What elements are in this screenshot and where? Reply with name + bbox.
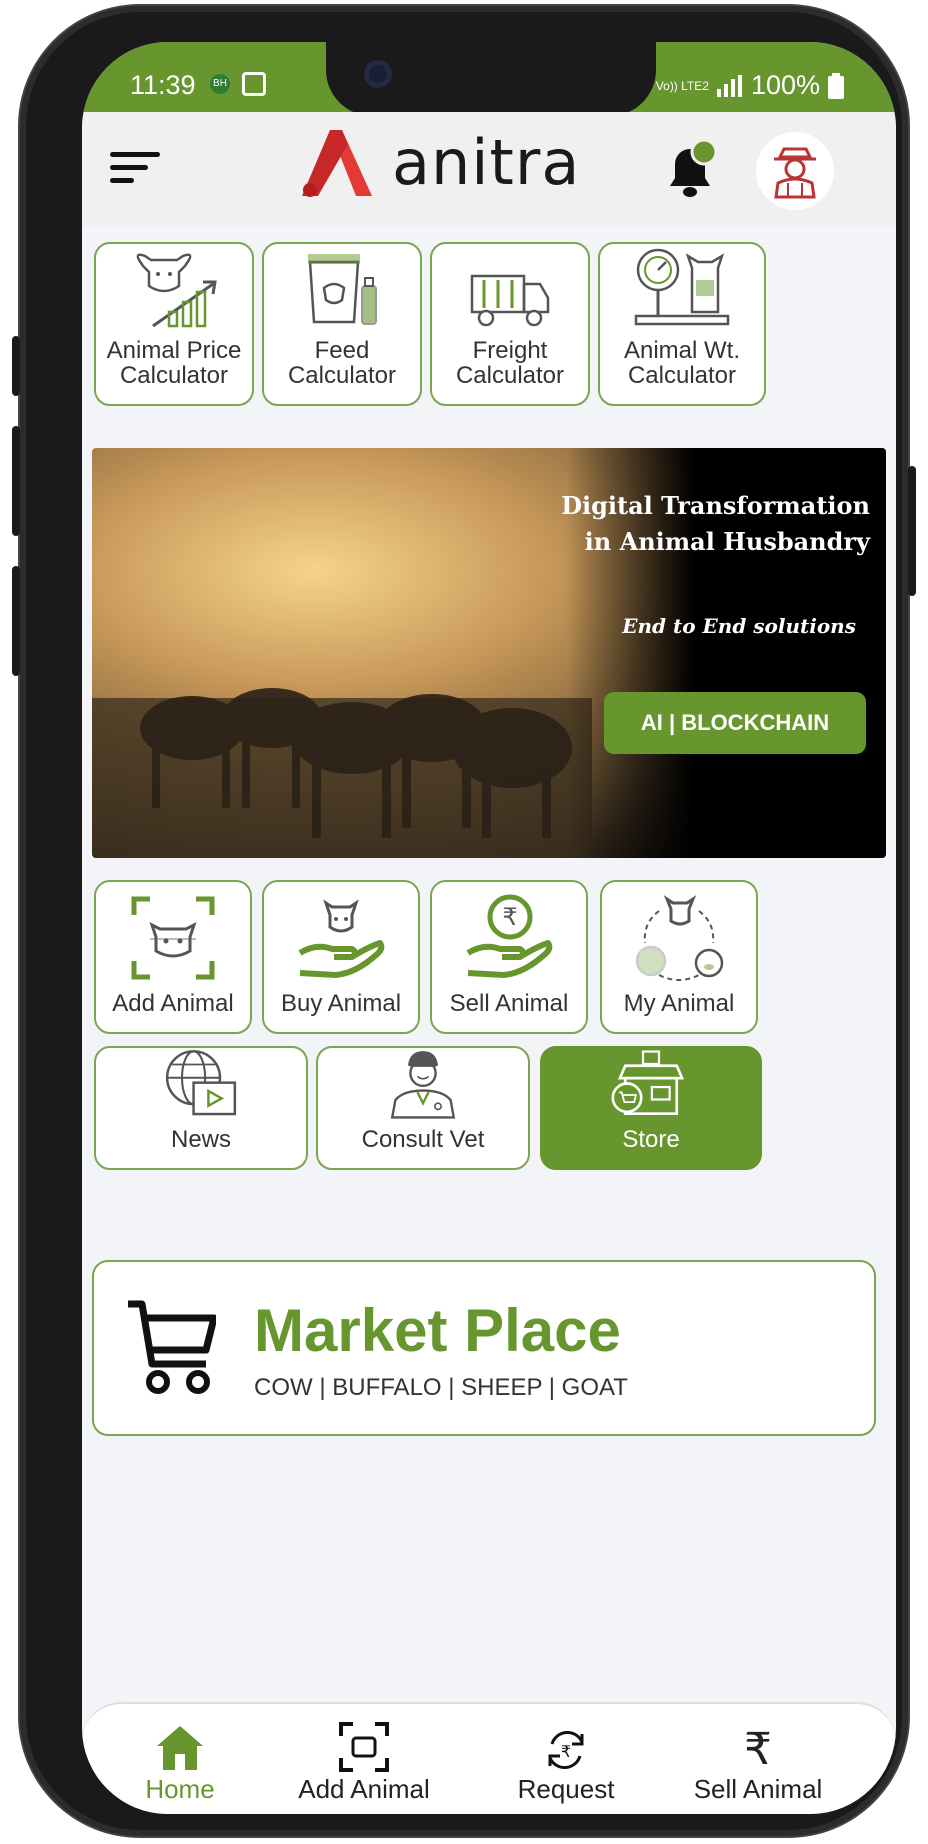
animal-wt-calculator-tile[interactable]: Animal Wt. Calculator xyxy=(598,242,766,406)
network-label: Vo)) LTE2 xyxy=(655,78,709,93)
nav-label: Request xyxy=(517,1774,615,1804)
hand-rupee-icon: ₹ xyxy=(466,894,553,978)
scale-cow-icon xyxy=(634,248,730,326)
cattle-herd-image xyxy=(92,688,592,858)
doctor-icon xyxy=(390,1051,456,1119)
tile-label: Animal Wt. Calculator xyxy=(623,337,740,389)
sell-animal-tile[interactable]: ₹ Sell Animal xyxy=(430,880,588,1034)
menu-icon[interactable] xyxy=(110,152,164,183)
volume-down-button xyxy=(12,566,20,676)
tile-label: Add Animal xyxy=(112,990,234,1017)
tile-label: News xyxy=(170,1126,231,1153)
battery-percent: 100% xyxy=(750,70,820,100)
feed-bucket-icon xyxy=(308,254,377,325)
banner-title-line2: in Animal Husbandry xyxy=(584,527,870,556)
ai-blockchain-button[interactable]: AI | BLOCKCHAIN xyxy=(604,692,866,754)
add-animal-tile[interactable]: Add Animal xyxy=(94,880,252,1034)
tile-label: Animal Price Calculator xyxy=(106,337,242,389)
tile-label: Store xyxy=(622,1126,680,1153)
freight-calculator-tile[interactable]: Freight Calculator xyxy=(430,242,590,406)
nav-label: Add Animal xyxy=(298,1774,430,1804)
silent-switch xyxy=(12,336,20,396)
tile-label: Buy Animal xyxy=(280,990,402,1017)
market-place-card[interactable]: Market Place COW | BUFFALO | SHEEP | GOA… xyxy=(92,1260,876,1436)
gallery-notification-icon xyxy=(242,72,266,96)
market-place-subtitle: COW | BUFFALO | SHEEP | GOAT xyxy=(254,1374,628,1401)
feed-calculator-tile[interactable]: Feed Calculator xyxy=(262,242,422,406)
tile-label: Freight Calculator xyxy=(455,337,565,389)
truck-icon xyxy=(470,274,550,327)
tile-label: My Animal xyxy=(623,990,735,1017)
banner-title-line1: Digital Transformation xyxy=(561,491,870,520)
bell-icon xyxy=(670,138,718,197)
cart-icon xyxy=(128,1300,216,1394)
nav-sell-animal[interactable]: ₹ Sell Animal xyxy=(668,1720,848,1805)
banner-title: Digital Transformation in Animal Husband… xyxy=(530,488,870,560)
status-time: 11:39 xyxy=(130,70,196,100)
request-exchange-icon: ₹ xyxy=(548,1731,584,1769)
rupee-icon: ₹ xyxy=(744,1724,772,1775)
consult-vet-tile[interactable]: Consult Vet xyxy=(316,1046,530,1170)
promo-banner[interactable]: Digital Transformation in Animal Husband… xyxy=(92,448,886,858)
tile-label: Feed Calculator xyxy=(287,337,397,389)
tile-label: Sell Animal xyxy=(449,990,569,1017)
nav-home[interactable]: Home xyxy=(90,1720,270,1805)
app-notification-icon: BH xyxy=(210,74,230,94)
app-logo: anitra xyxy=(298,126,580,199)
svg-text:₹: ₹ xyxy=(561,1742,571,1761)
animal-cycle-icon xyxy=(635,895,724,981)
hand-cow-icon xyxy=(298,899,385,978)
store-tile[interactable]: Store xyxy=(540,1046,762,1170)
globe-video-icon xyxy=(165,1050,237,1116)
scan-icon xyxy=(339,1722,389,1772)
nav-label: Sell Animal xyxy=(693,1774,823,1804)
volume-up-button xyxy=(12,426,20,536)
store-icon xyxy=(611,1050,685,1116)
home-icon xyxy=(157,1726,203,1770)
profile-avatar[interactable] xyxy=(756,132,834,210)
bottom-navigation: Home Add Animal ₹ Request ₹ Sell Animal xyxy=(82,1702,896,1814)
nav-request[interactable]: ₹ Request xyxy=(476,1720,656,1805)
power-button xyxy=(908,466,916,596)
scan-cow-icon xyxy=(131,896,215,980)
svg-text:₹: ₹ xyxy=(502,903,517,931)
app-header: anitra xyxy=(82,112,896,226)
camera-icon xyxy=(364,60,392,88)
notification-bell[interactable] xyxy=(660,138,720,209)
banner-subtitle: End to End solutions xyxy=(622,614,856,638)
nav-add-animal[interactable]: Add Animal xyxy=(274,1720,454,1805)
phone-frame: 11:39 BH Vo)) LTE2 100% anitra Animal Pr… xyxy=(12,6,916,1836)
tile-label: Consult Vet xyxy=(361,1126,485,1153)
bull-growth-icon xyxy=(136,253,217,328)
buy-animal-tile[interactable]: Buy Animal xyxy=(262,880,420,1034)
my-animal-tile[interactable]: My Animal xyxy=(600,880,758,1034)
farmer-avatar-icon xyxy=(774,147,816,199)
nav-label: Home xyxy=(145,1774,215,1804)
app-screen: 11:39 BH Vo)) LTE2 100% anitra Animal Pr… xyxy=(82,42,896,1814)
animal-price-calculator-tile[interactable]: Animal Price Calculator xyxy=(94,242,254,406)
logo-text: anitra xyxy=(392,126,581,199)
logo-a-icon xyxy=(302,129,372,197)
battery-icon xyxy=(828,72,844,99)
signal-icon-2 xyxy=(716,74,742,97)
news-tile[interactable]: News xyxy=(94,1046,308,1170)
market-place-title: Market Place xyxy=(254,1297,621,1364)
